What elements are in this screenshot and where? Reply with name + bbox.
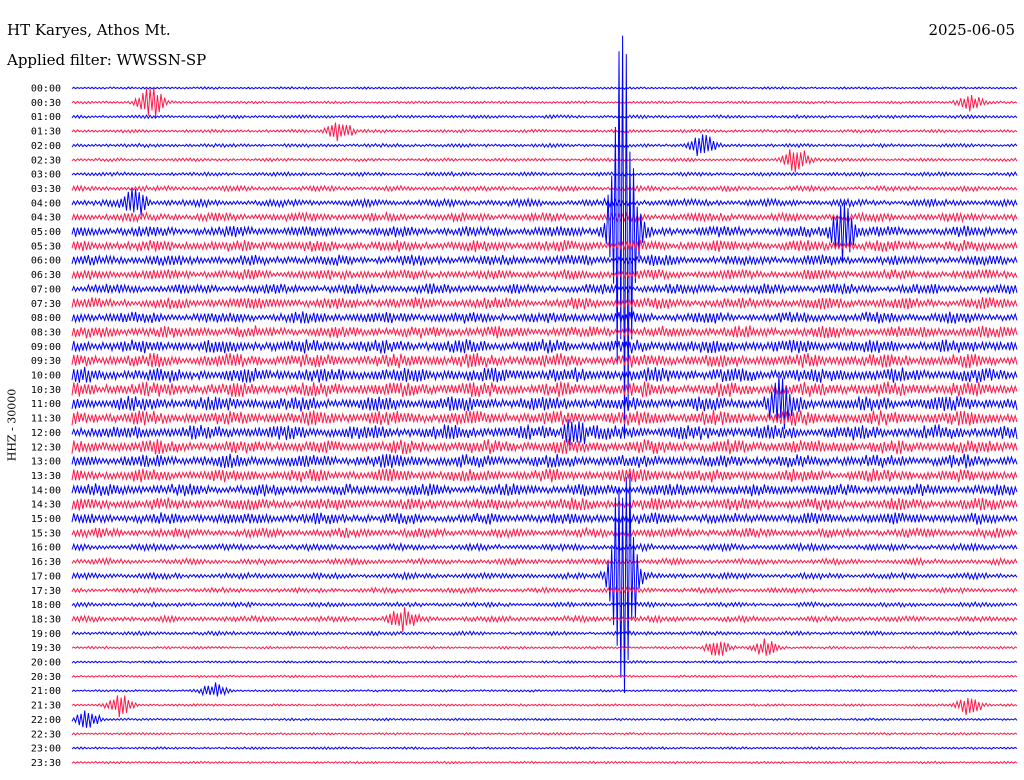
time-tick-label: 14:30	[31, 500, 61, 511]
trace-row-1130	[71, 410, 1018, 426]
trace-row-0630	[71, 268, 1018, 281]
seismogram-plot: 00:00 00:30 01:00 01:30 02:00 02:30 03:00 03:30…	[31, 35, 1018, 769]
trace-row-0530	[71, 239, 1018, 253]
trace-row-1930	[71, 638, 1018, 656]
trace-row-0130	[71, 122, 1018, 142]
trace-row-2100	[71, 682, 1018, 697]
trace-row-1330	[71, 468, 1018, 483]
time-tick-label: 21:30	[31, 701, 61, 712]
trace-row-0730	[71, 296, 1018, 310]
time-tick-label: 14:00	[31, 485, 61, 496]
time-tick-label: 23:00	[31, 744, 61, 755]
time-tick-label: 05:30	[31, 241, 61, 252]
helicorder-page: { "header": { "station": "HT Karyes, Ath…	[0, 0, 1024, 780]
time-tick-label: 17:30	[31, 586, 61, 597]
trace-row-0100	[71, 113, 1018, 120]
time-tick-label: 13:00	[31, 457, 61, 468]
time-tick-label: 04:00	[31, 198, 61, 209]
trace-row-0900	[71, 339, 1018, 354]
trace-row-2300	[71, 746, 1018, 751]
time-tick-label: 10:30	[31, 385, 61, 396]
trace-row-0600	[71, 253, 1018, 267]
trace-row-0030	[71, 86, 1018, 118]
time-tick-label: 20:00	[31, 658, 61, 669]
trace-row-1900	[71, 630, 1018, 637]
time-tick-label: 02:00	[31, 141, 61, 152]
time-tick-label: 22:30	[31, 729, 61, 740]
time-tick-label: 19:30	[31, 643, 61, 654]
trace-row-0930	[71, 353, 1018, 369]
trace-row-1500	[71, 512, 1018, 525]
time-tick-label: 16:30	[31, 557, 61, 568]
trace-row-0200	[71, 134, 1018, 157]
time-tick-label: 03:30	[31, 184, 61, 195]
time-tick-label: 02:30	[31, 155, 61, 166]
trace-row-0700	[71, 282, 1018, 296]
time-tick-label: 12:00	[31, 428, 61, 439]
trace-row-1730	[71, 586, 1018, 595]
trace-row-2330	[71, 760, 1018, 765]
trace-row-2230	[71, 731, 1018, 736]
trace-row-0800	[71, 311, 1018, 324]
trace-row-0330	[71, 184, 1018, 193]
time-tick-label: 07:00	[31, 284, 61, 295]
trace-row-1430	[71, 497, 1018, 511]
time-tick-label: 04:30	[31, 213, 61, 224]
time-tick-label: 06:00	[31, 256, 61, 267]
trace-row-2200	[71, 710, 1018, 728]
trace-row-0400	[71, 188, 1018, 216]
time-tick-label: 20:30	[31, 672, 61, 683]
trace-row-1800	[71, 600, 1018, 609]
trace-row-1530	[71, 526, 1018, 540]
trace-row-2030	[71, 674, 1018, 679]
time-tick-label: 12:30	[31, 442, 61, 453]
trace-row-1030	[71, 381, 1018, 398]
time-tick-label: 22:00	[31, 715, 61, 726]
trace-row-1300	[71, 453, 1018, 469]
time-tick-label: 08:00	[31, 313, 61, 324]
trace-row-2130	[71, 695, 1018, 718]
trace-group	[71, 35, 1018, 765]
time-tick-label: 09:00	[31, 342, 61, 353]
trace-row-0000	[71, 86, 1018, 90]
time-tick-label: 01:30	[31, 127, 61, 138]
time-tick-label: 11:30	[31, 414, 61, 425]
trace-row-1600	[71, 541, 1018, 553]
time-tick-label: 15:00	[31, 514, 61, 525]
time-tick-label: 00:30	[31, 98, 61, 109]
trace-row-0300	[71, 170, 1018, 178]
time-tick-label: 03:00	[31, 170, 61, 181]
time-tick-label: 18:30	[31, 614, 61, 625]
time-tick-label: 11:00	[31, 399, 61, 410]
time-tick-label: 09:30	[31, 356, 61, 367]
time-tick-group: 00:00 00:30 01:00 01:30 02:00 02:30 03:00 03:30…	[31, 84, 61, 769]
time-tick-label: 10:00	[31, 371, 61, 382]
time-tick-label: 16:00	[31, 543, 61, 554]
trace-row-1830	[71, 607, 1018, 633]
trace-row-0230	[71, 149, 1018, 173]
time-tick-label: 23:30	[31, 758, 61, 769]
trace-row-1400	[71, 483, 1018, 497]
time-tick-label: 01:00	[31, 112, 61, 123]
trace-row-1000	[71, 366, 1018, 383]
trace-row-1230	[71, 439, 1018, 455]
time-tick-label: 17:00	[31, 571, 61, 582]
time-tick-label: 15:30	[31, 528, 61, 539]
trace-row-1630	[71, 556, 1018, 567]
trace-row-0830	[71, 325, 1018, 339]
trace-row-2000	[71, 660, 1018, 664]
time-tick-label: 00:00	[31, 84, 61, 95]
time-tick-label: 05:00	[31, 227, 61, 238]
trace-row-0430	[71, 210, 1018, 224]
time-tick-label: 07:30	[31, 299, 61, 310]
time-tick-label: 18:00	[31, 600, 61, 611]
time-tick-label: 06:30	[31, 270, 61, 281]
time-tick-label: 13:30	[31, 471, 61, 482]
time-tick-label: 19:00	[31, 629, 61, 640]
time-tick-label: 21:00	[31, 686, 61, 697]
time-tick-label: 08:30	[31, 327, 61, 338]
